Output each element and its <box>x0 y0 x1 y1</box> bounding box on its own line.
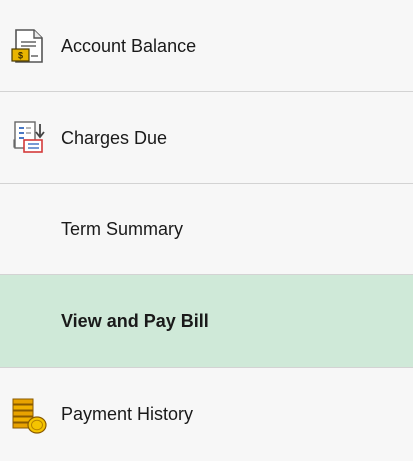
bill-list-icon <box>10 118 52 158</box>
svg-text:$: $ <box>18 50 23 60</box>
student-finance-menu: $ Account Balance Charges Due Term Summa… <box>0 0 413 461</box>
menu-item-label: Account Balance <box>61 36 197 56</box>
menu-item-label: Term Summary <box>61 219 184 239</box>
menu-item-charges-due[interactable]: Charges Due <box>0 92 413 184</box>
menu-item-term-summary[interactable]: Term Summary <box>0 184 413 275</box>
coins-stack-icon <box>10 395 52 435</box>
menu-item-account-balance[interactable]: $ Account Balance <box>0 0 413 92</box>
document-dollar-icon: $ <box>10 26 52 66</box>
menu-item-label: View and Pay Bill <box>61 311 209 331</box>
menu-item-payment-history[interactable]: Payment History <box>0 368 413 461</box>
menu-item-label: Payment History <box>61 404 194 424</box>
menu-item-view-and-pay-bill[interactable]: View and Pay Bill <box>0 275 413 368</box>
menu-item-label: Charges Due <box>61 128 168 148</box>
